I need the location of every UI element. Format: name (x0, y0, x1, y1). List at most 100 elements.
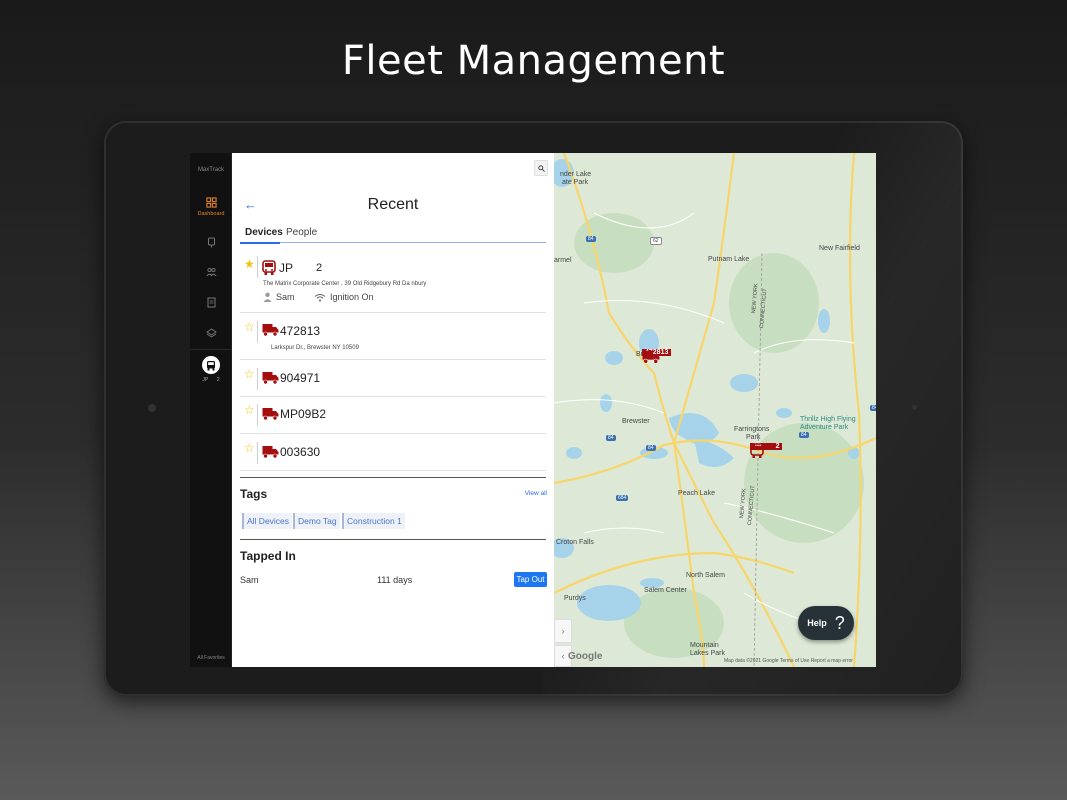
tapped-driver-name: Sam (240, 575, 259, 585)
map-label: Salem Center (644, 587, 687, 594)
map-label: ate Park (562, 179, 589, 186)
map-marker-472813[interactable]: 472813 (642, 349, 672, 364)
driver-name: Sam (276, 292, 295, 302)
device-name: MP09B2 (280, 407, 327, 421)
camera-dot (148, 404, 156, 412)
google-logo: Google (568, 651, 603, 662)
device-row-mp09b2[interactable]: ☆ MP09B2 (240, 397, 546, 434)
nav-reports[interactable] (190, 297, 232, 308)
divider (240, 539, 546, 540)
star-outline-icon[interactable]: ☆ (244, 320, 255, 334)
truck-icon (642, 350, 660, 364)
truck-icon (262, 323, 279, 342)
nav-layers[interactable] (190, 328, 232, 338)
nav-rail: MaxTrack Dashboard JP 2 All Favorites (190, 153, 232, 667)
dashboard-label: Dashboard (197, 211, 225, 217)
route-shield: 84 (586, 236, 596, 242)
route-shield: 84 (799, 432, 809, 438)
person-icon (263, 292, 272, 302)
view-all-link[interactable]: View all (525, 490, 547, 497)
nav-devices[interactable] (190, 237, 232, 248)
headline: Fleet Management (341, 38, 726, 84)
map-label: Park (746, 434, 761, 441)
map-label: New Fairfield (819, 245, 860, 252)
help-label: Help (807, 618, 827, 628)
tap-out-button[interactable]: Tap Out (514, 572, 547, 587)
route-shield: 84 (606, 435, 616, 441)
device-icon (207, 237, 215, 248)
bus-avatar (202, 356, 220, 374)
tab-devices[interactable]: Devices (245, 227, 283, 238)
sensor-dot (912, 405, 917, 410)
map-label: Mountain (690, 642, 719, 649)
device-number: 2 (316, 262, 323, 274)
map-label: Farringtons (734, 426, 770, 433)
search-icon (537, 164, 545, 172)
star-outline-icon[interactable]: ☆ (244, 441, 255, 455)
search-button[interactable] (534, 160, 548, 176)
divider (240, 477, 546, 478)
map-attribution[interactable]: Map data ©2021 Google Terms of Use Repor… (724, 658, 853, 664)
nav-active-vehicle[interactable]: JP 2 (190, 349, 232, 393)
device-name: 904971 (280, 371, 321, 385)
star-outline-icon[interactable]: ☆ (244, 403, 255, 417)
map-label: Lakes Park (690, 650, 726, 657)
device-row-904971[interactable]: ☆ 904971 (240, 360, 546, 397)
nav-people[interactable] (190, 267, 232, 277)
map-label: Thrillz High Flying (800, 416, 856, 423)
question-icon: ? (834, 612, 845, 633)
map-view[interactable]: nder Lake ate Park armel Putnam Lake New… (554, 153, 876, 667)
dashboard-icon (205, 197, 217, 208)
report-icon (207, 297, 215, 308)
tapped-in-title: Tapped In (240, 549, 296, 563)
star-outline-icon[interactable]: ☆ (244, 367, 255, 381)
tab-bar: Devices People (240, 225, 546, 244)
map-label: Brewster (622, 418, 650, 425)
route-shield: 62 (650, 237, 662, 245)
map-label: Peach Lake (678, 490, 715, 497)
help-button[interactable]: Help ? (798, 606, 854, 640)
device-address: Larkspur Dr., Brewster NY 10509 (271, 345, 359, 351)
map-label: Adventure Park (800, 424, 849, 431)
map-base (554, 153, 876, 667)
map-label: Putnam Lake (708, 256, 750, 263)
tapped-duration: 111 days (377, 575, 413, 585)
map-label: North Salem (686, 572, 725, 579)
map-label: Purdys (564, 595, 586, 602)
driver-info: Sam (263, 292, 295, 302)
tag-chip-construction[interactable]: Construction 1 (342, 513, 405, 529)
route-shield: 84 (870, 405, 876, 411)
star-filled-icon[interactable]: ★ (244, 257, 255, 271)
bus-icon (262, 260, 276, 281)
truck-icon (262, 407, 279, 426)
nav-dashboard[interactable]: Dashboard (190, 197, 232, 217)
people-icon (205, 267, 217, 277)
all-favorites-link[interactable]: All Favorites (190, 655, 232, 661)
route-shield: 84 (646, 445, 656, 451)
ignition-status: Ignition On (314, 292, 374, 302)
device-name: 472813 (280, 324, 321, 338)
rail-bus-number: 2 (216, 377, 220, 383)
bus-icon (750, 443, 764, 458)
tag-chip-demo-tag[interactable]: Demo Tag (293, 513, 340, 529)
wifi-icon (314, 293, 326, 301)
tab-people[interactable]: People (286, 227, 317, 238)
tags-title: Tags (240, 487, 268, 501)
panel-title: Recent (367, 196, 419, 213)
device-row-jp[interactable]: ★ JP 2 The Matrix Corporate Center , 39 … (240, 250, 546, 313)
map-marker-jp[interactable]: JP 2 (750, 443, 782, 458)
device-address: The Matrix Corporate Center , 39 Old Rid… (263, 281, 427, 287)
device-row-472813[interactable]: ☆ 472813 Larkspur Dr., Brewster NY 10509 (240, 313, 546, 360)
tag-chip-all-devices[interactable]: All Devices (242, 513, 293, 529)
device-name: JP (279, 261, 294, 275)
rail-bus-name: JP (202, 377, 209, 383)
map-label: armel (554, 257, 572, 264)
bus-icon (207, 360, 215, 370)
map-label: Croton Falls (556, 539, 594, 546)
panel-expand-tab[interactable]: › (554, 619, 572, 643)
layers-icon (205, 328, 217, 338)
recent-panel: ← Recent Devices People ★ JP 2 The Matri… (232, 153, 554, 667)
device-row-003630[interactable]: ☆ 003630 (240, 434, 546, 471)
app-logo: MaxTrack (197, 167, 225, 173)
truck-icon (262, 371, 279, 390)
